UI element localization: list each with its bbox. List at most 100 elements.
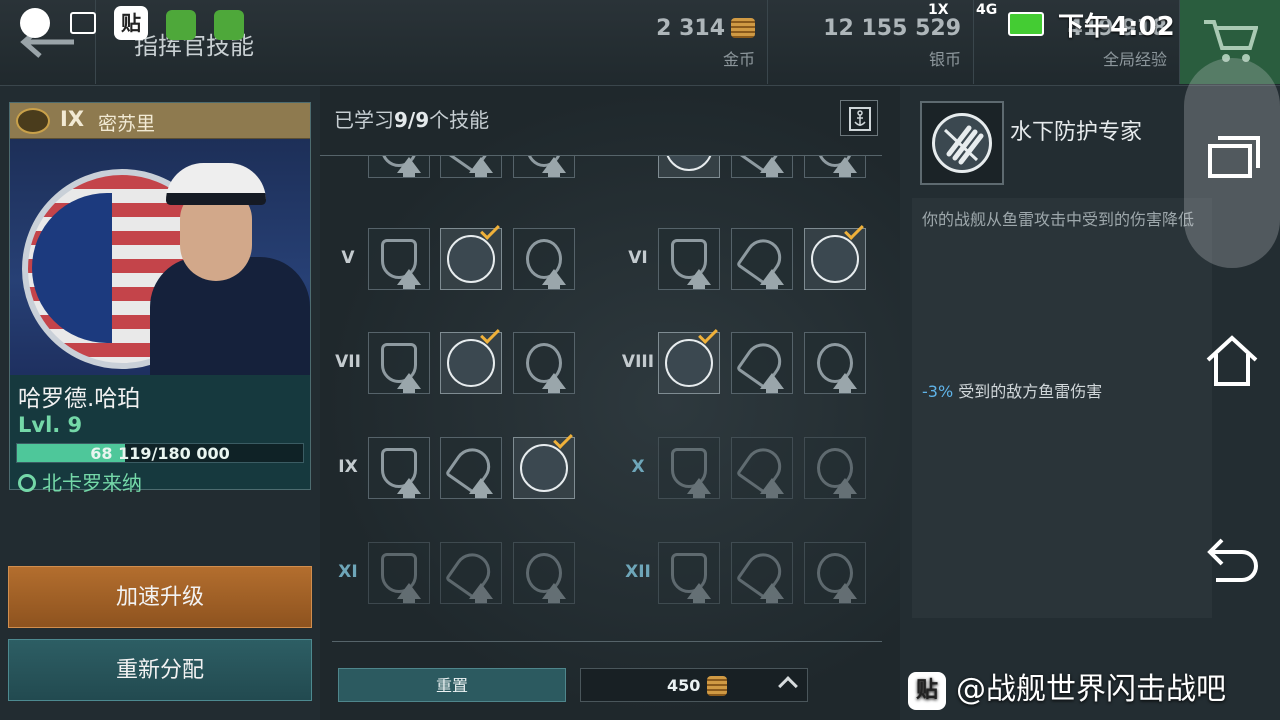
skill-slot[interactable] [731,437,793,499]
learned-check-icon [480,324,500,344]
upgrade-arrow-stem [548,595,560,603]
upgrade-arrow-stem [766,281,778,289]
skill-slot[interactable] [731,156,793,178]
skill-slot[interactable] [513,542,575,604]
upgrade-arrow-stem [766,385,778,393]
tier-label: IX [338,457,358,477]
skill-slot[interactable] [368,156,430,178]
torpedo-protection-icon [932,113,992,173]
skill-detail-box: 你的战舰从鱼雷攻击中受到的伤害降低 -3% 受到的敌方鱼雷伤害 [912,198,1212,618]
upgrade-arrow-stem [693,281,705,289]
skill-slot[interactable] [368,228,430,290]
back-button[interactable] [0,0,96,84]
back-arrow-icon [20,26,74,58]
reset-button[interactable]: 重置 [338,668,566,702]
commander-xp-text: 68 119/180 000 [90,444,230,463]
commander-card[interactable]: IX 密苏里 哈罗德.哈珀 Lvl. 9 68 119/180 000 北卡罗来… [9,102,311,495]
effect-value: -3% [922,382,954,401]
tier-label: V [341,248,355,268]
recent-apps-icon[interactable] [1202,128,1262,188]
chevron-up-icon [778,676,798,696]
silver-value: 12 155 529 [823,16,961,41]
skill-slot[interactable] [731,542,793,604]
learned-check-icon [698,324,718,344]
skill-slot[interactable] [513,332,575,394]
upgrade-arrow-stem [839,385,851,393]
skill-slot[interactable] [440,324,502,394]
skill-slot[interactable] [731,332,793,394]
skill-slot[interactable] [804,542,866,604]
gold-currency: 2 314 金币 [640,0,768,84]
learned-check-icon [553,429,573,449]
upgrade-arrow-stem [475,490,487,498]
skill-detail-effect: -3% 受到的敌方鱼雷伤害 [922,378,1102,402]
upgrade-arrow-stem [766,490,778,498]
system-nav-bar [1184,0,1280,720]
top-bar: 指挥官技能 2 314 金币 12 155 529 银币 419 918 全局经… [0,0,1280,86]
silver-label: 银币 [928,50,961,69]
upgrade-arrow-stem [475,595,487,603]
tier-label: VI [628,248,648,268]
back-icon[interactable] [1202,530,1262,590]
tier-label: VIII [621,352,655,372]
gold-coin-icon [731,18,755,38]
skill-slot[interactable] [658,324,720,394]
skill-slot[interactable] [440,437,502,499]
tieba-logo-icon: 贴 [908,672,946,710]
accelerate-button[interactable]: 加速升级 [8,566,312,628]
skill-detail-title: 水下防护专家 [1010,120,1143,145]
learned-suffix: 个技能 [429,108,490,132]
skill-slot[interactable] [440,542,502,604]
upgrade-arrow-stem [403,281,415,289]
commander-level: Lvl. 9 [18,413,83,437]
learned-check-icon [844,220,864,240]
commander-xp-bar: 68 119/180 000 [16,443,304,463]
xp-label: 全局经验 [1102,50,1167,69]
skill-slot[interactable] [513,156,575,178]
commander-portrait [10,139,310,375]
skill-slot[interactable] [658,228,720,290]
skill-slot[interactable] [368,332,430,394]
gold-label: 金币 [722,50,755,69]
learned-count-value: 9/9 [394,108,430,132]
commander-header: IX 密苏里 [10,103,310,139]
upgrade-arrow-stem [403,490,415,498]
reset-cost-button[interactable]: 450 [580,668,808,702]
skill-slot[interactable] [658,156,720,178]
upgrade-arrow-stem [548,385,560,393]
skill-slot[interactable] [368,542,430,604]
ship-name: 密苏里 [98,113,156,135]
skill-slot[interactable] [804,156,866,178]
xp-currency: 419 918 全局经验 [974,0,1180,84]
gold-coin-icon [707,676,727,696]
learned-prefix: 已学习 [334,108,394,132]
skill-slot[interactable] [658,437,720,499]
skill-slot[interactable] [804,332,866,394]
skill-slot[interactable] [368,437,430,499]
commander-name: 哈罗德.哈珀 [18,386,141,412]
effect-text: 受到的敌方鱼雷伤害 [953,382,1103,401]
home-icon[interactable] [1202,330,1262,390]
port-button[interactable] [840,100,878,136]
skill-slot[interactable] [513,429,575,499]
upgrade-arrow-stem [839,595,851,603]
anchor-icon [849,107,871,131]
skill-slot[interactable] [440,156,502,178]
skill-slot[interactable] [731,228,793,290]
skill-slot[interactable] [513,228,575,290]
upgrade-arrow-stem [548,169,560,177]
tier-label: XI [338,562,358,582]
skills-panel: 已学习9/9个技能 IIIIVVVIVIIVIIIIXXXIXII 重置 450 [320,86,900,720]
skill-slot[interactable] [804,220,866,290]
upgrade-arrow-stem [693,490,705,498]
reset-cost-value: 450 [667,676,701,695]
skill-slot[interactable] [658,542,720,604]
upgrade-arrow-stem [475,169,487,177]
upgrade-arrow-stem [839,490,851,498]
redistribute-button[interactable]: 重新分配 [8,639,312,701]
skill-slot[interactable] [440,220,502,290]
skill-slot[interactable] [804,437,866,499]
silver-currency: 12 155 529 银币 [768,0,974,84]
page-title: 指挥官技能 [134,32,254,60]
tier-label: XII [625,562,651,582]
